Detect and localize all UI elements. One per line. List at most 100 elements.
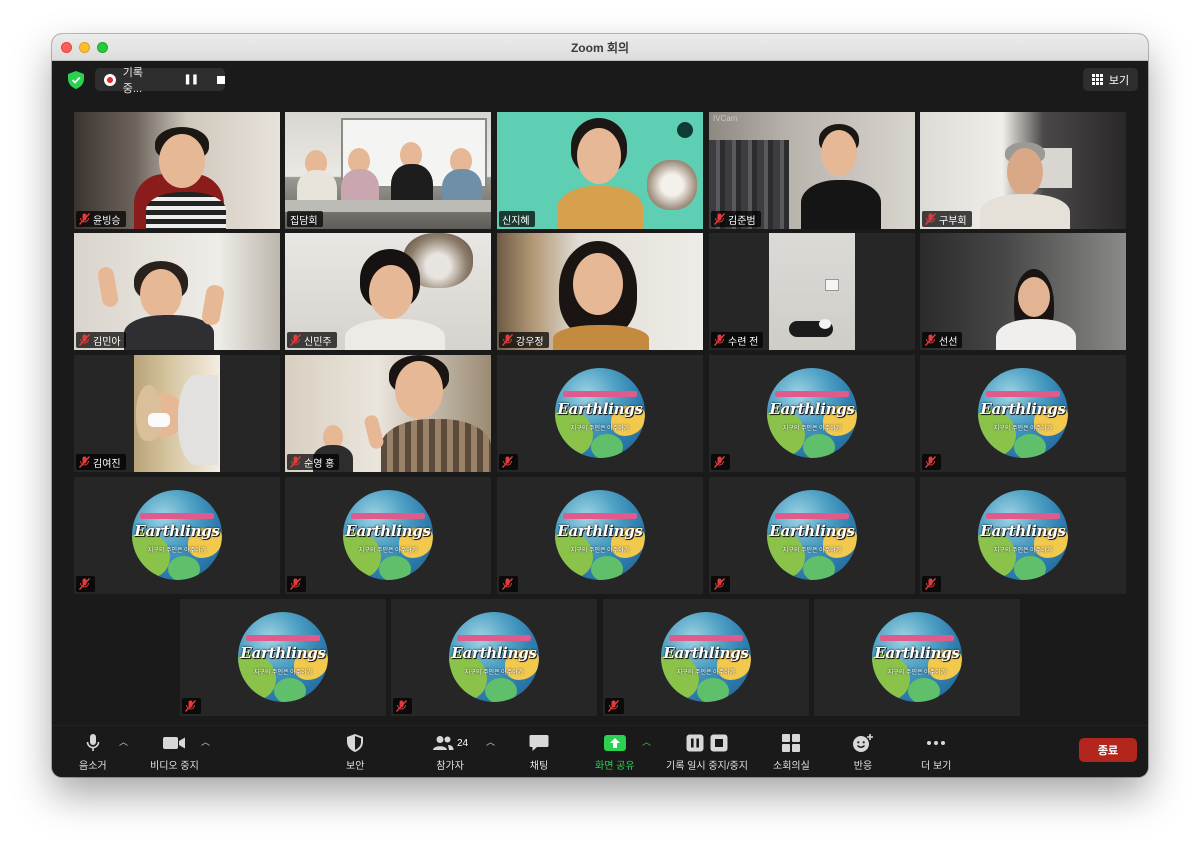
close-window-button[interactable] xyxy=(61,42,72,53)
reactions-button[interactable]: 반응 xyxy=(852,732,874,772)
video-tile[interactable]: 구부회 xyxy=(920,112,1126,229)
muted-mic-icon xyxy=(502,456,513,468)
logo-word: Earthlings xyxy=(345,522,431,540)
video-tile[interactable]: 수련 전 xyxy=(709,233,915,350)
minimize-window-button[interactable] xyxy=(79,42,90,53)
logo-word: Earthlings xyxy=(874,644,960,662)
more-dots-icon xyxy=(927,741,946,745)
video-options-chevron-icon[interactable]: ︿ xyxy=(201,735,210,748)
logo-subtitle: 지구의 주인은 아주아가 xyxy=(782,426,842,432)
participant-name: 선선 xyxy=(939,336,958,348)
logo-subtitle: 지구의 주인은 아주아가 xyxy=(993,548,1053,554)
earthlings-logo: Earthlings 지구의 주인은 아주아가 xyxy=(555,490,645,580)
share-screen-icon xyxy=(603,735,626,751)
maximize-window-button[interactable] xyxy=(97,42,108,53)
security-shield-icon xyxy=(347,734,364,752)
meeting-top-bar: 기록 중... ❚❚ 보기 xyxy=(52,61,1148,99)
logo-subtitle: 지구의 주인은 아주아가 xyxy=(887,670,947,676)
video-tile[interactable]: 선선 xyxy=(920,233,1126,350)
participant-name: 구부회 xyxy=(939,215,967,227)
participant-nameplate: 순영 홍 xyxy=(287,454,340,470)
muted-mic-icon xyxy=(714,578,725,590)
video-tile[interactable]: 강우정 xyxy=(497,233,703,350)
camera-off-tile[interactable]: Earthlings 지구의 주인은 아주아가 xyxy=(814,599,1020,716)
camera-off-tile[interactable]: Earthlings 지구의 주인은 아주아가 xyxy=(497,477,703,594)
logo-subtitle: 지구의 주인은 아주아가 xyxy=(993,426,1053,432)
participant-nameplate xyxy=(287,576,306,592)
earthlings-logo: Earthlings 지구의 주인은 아주아가 xyxy=(872,612,962,702)
video-tile[interactable]: 신지혜 xyxy=(497,112,703,229)
share-screen-button[interactable]: 화면 공유 xyxy=(595,732,635,772)
participants-button[interactable]: 24 참가자 xyxy=(432,732,468,772)
stop-video-label: 비디오 중지 xyxy=(150,761,199,772)
breakout-rooms-button[interactable]: 소회의실 xyxy=(773,732,810,772)
pause-recording-icon xyxy=(686,734,704,752)
breakout-rooms-label: 소회의실 xyxy=(773,761,810,772)
camera-off-tile[interactable]: Earthlings 지구의 주인은 아주아가 xyxy=(920,477,1126,594)
camera-off-tile[interactable]: Earthlings 지구의 주인은 아주아가 xyxy=(285,477,491,594)
audio-options-chevron-icon[interactable]: ︿ xyxy=(119,735,128,748)
camera-off-tile[interactable]: Earthlings 지구의 주인은 아주아가 xyxy=(180,599,386,716)
logo-word: Earthlings xyxy=(769,400,855,418)
participants-label: 참가자 xyxy=(436,761,464,772)
logo-subtitle: 지구의 주인은 아주아가 xyxy=(570,548,630,554)
participant-nameplate: 김민아 xyxy=(76,332,126,348)
camera-off-tile[interactable]: Earthlings 지구의 주인은 아주아가 xyxy=(709,477,915,594)
camera-off-tile[interactable]: Earthlings 지구의 주인은 아주아가 xyxy=(603,599,809,716)
record-controls-button[interactable]: 기록 일시 중지/중지 xyxy=(666,732,748,772)
view-button[interactable]: 보기 xyxy=(1083,68,1138,91)
muted-mic-icon xyxy=(608,700,619,712)
participant-name: 신지혜 xyxy=(502,215,530,227)
encryption-shield-icon[interactable] xyxy=(68,71,84,89)
muted-mic-icon xyxy=(79,456,90,468)
camera-off-tile[interactable]: Earthlings 지구의 주인은 아주아가 xyxy=(920,355,1126,472)
muted-mic-icon xyxy=(79,334,90,346)
muted-mic-icon xyxy=(714,334,725,346)
logo-word: Earthlings xyxy=(134,522,220,540)
participants-options-chevron-icon[interactable]: ︿ xyxy=(486,735,495,748)
earthlings-logo: Earthlings 지구의 주인은 아주아가 xyxy=(238,612,328,702)
participant-name: 김민아 xyxy=(93,336,121,348)
recording-indicator[interactable]: 기록 중... ❚❚ xyxy=(95,67,225,95)
window-title: Zoom 회의 xyxy=(570,40,630,55)
participant-nameplate: 신지혜 xyxy=(499,211,535,227)
chat-label: 채팅 xyxy=(529,761,549,772)
video-tile[interactable]: 신민주 xyxy=(285,233,491,350)
muted-mic-icon xyxy=(290,334,301,346)
camera-off-tile[interactable]: Earthlings 지구의 주인은 아주아가 xyxy=(74,477,280,594)
video-tile[interactable]: 김민아 xyxy=(74,233,280,350)
participant-nameplate xyxy=(605,698,624,714)
end-meeting-button[interactable]: 종료 xyxy=(1079,738,1137,762)
participant-name: 강우정 xyxy=(516,336,544,348)
participants-icon xyxy=(433,736,454,750)
camera-off-tile[interactable]: Earthlings 지구의 주인은 아주아가 xyxy=(391,599,597,716)
logo-subtitle: 지구의 주인은 아주아가 xyxy=(782,548,842,554)
video-tile-active-speaker[interactable]: 집담회 xyxy=(285,112,491,229)
video-tile[interactable]: 윤빙승 xyxy=(74,112,280,229)
participant-nameplate: 선선 xyxy=(922,332,963,348)
pause-recording-icon[interactable]: ❚❚ xyxy=(183,74,199,85)
logo-word: Earthlings xyxy=(980,522,1066,540)
video-tile[interactable]: 순영 홍 xyxy=(285,355,491,472)
participant-nameplate xyxy=(711,576,730,592)
camera-off-tile[interactable]: Earthlings 지구의 주인은 아주아가 xyxy=(497,355,703,472)
record-controls-label: 기록 일시 중지/중지 xyxy=(666,761,748,772)
stop-recording-icon[interactable] xyxy=(217,75,225,84)
camera-off-tile[interactable]: Earthlings 지구의 주인은 아주아가 xyxy=(709,355,915,472)
stop-video-button[interactable]: 비디오 중지 xyxy=(150,732,199,772)
share-options-chevron-icon[interactable]: ︿ xyxy=(642,735,651,748)
muted-mic-icon xyxy=(925,456,936,468)
video-camera-icon xyxy=(163,737,186,749)
muted-mic-icon xyxy=(290,578,301,590)
more-label: 더 보기 xyxy=(921,761,952,772)
recording-dot-icon xyxy=(104,73,116,86)
video-tile[interactable]: 김여진 xyxy=(74,355,280,472)
mute-button[interactable]: 음소거 xyxy=(79,732,107,772)
security-button[interactable]: 보안 xyxy=(346,732,364,772)
muted-mic-icon xyxy=(290,456,301,468)
video-tile[interactable]: IVCam 김준범 xyxy=(709,112,915,229)
breakout-rooms-icon xyxy=(782,734,801,752)
more-button[interactable]: 더 보기 xyxy=(921,732,951,772)
participant-name: 김여진 xyxy=(93,458,121,470)
chat-button[interactable]: 채팅 xyxy=(529,732,549,772)
